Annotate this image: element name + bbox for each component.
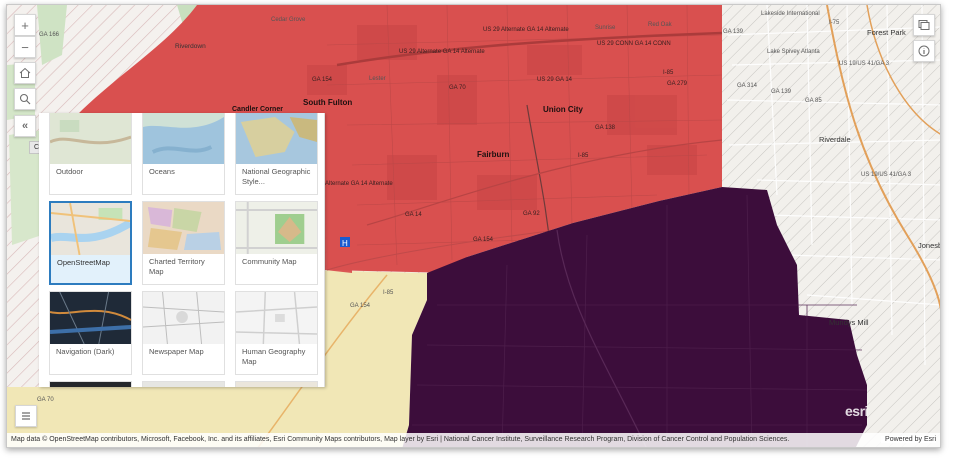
basemap-thumbnail: [236, 382, 317, 387]
basemap-tile-label: National Geographic Style...: [242, 167, 311, 186]
basemap-tile-navdark[interactable]: Navigation (Dark): [49, 291, 132, 375]
basemap-tile-dark2[interactable]: [49, 381, 132, 387]
place-label: Red Oak: [648, 22, 672, 28]
basemap-tile-label: Outdoor: [56, 167, 84, 176]
road-label: GA 92: [523, 211, 540, 217]
zoom-out-button[interactable]: −: [14, 36, 36, 58]
home-icon: [19, 67, 31, 78]
road-label: GA 85: [805, 98, 822, 104]
road-label: US 29 GA 14: [537, 77, 573, 83]
road-label: US 19/US 41/GA 3: [861, 172, 912, 178]
place-label: Lester: [369, 76, 386, 82]
place-label: Cedar Grove: [271, 17, 306, 23]
map-view[interactable]: H Cedar Grove Riverdown South Fulton Uni…: [6, 4, 941, 448]
basemap-tile-label: Charted Territory Map: [149, 257, 205, 276]
basemap-tile-natgeo[interactable]: National Geographic Style...: [235, 113, 318, 195]
place-label: Fairburn: [477, 150, 510, 159]
home-button[interactable]: [14, 62, 36, 84]
basemap-tile-label: OpenStreetMap: [57, 258, 110, 267]
collapse-button[interactable]: «: [14, 115, 36, 137]
basemap-tile-light2[interactable]: [142, 381, 225, 387]
road-label: US 29 Alternate GA 14 Alternate: [399, 49, 485, 55]
place-label: Candler Corner: [232, 106, 283, 113]
road-label: US 19/US 41/GA 3: [839, 61, 890, 67]
powered-by-link[interactable]: Powered by Esri: [881, 436, 936, 443]
road-label: GA 139: [723, 29, 744, 35]
road-label: GA 14: [405, 212, 422, 218]
basemap-thumbnail: [50, 382, 131, 387]
basemap-thumbnail: [236, 113, 317, 164]
basemap-tile-newspaper[interactable]: Newspaper Map: [142, 291, 225, 375]
road-label: US 29 Alternate GA 14 Alternate: [483, 27, 569, 33]
list-icon: [22, 412, 30, 420]
basemap-tile-oceans[interactable]: Oceans: [142, 113, 225, 195]
place-label: Riverdown: [175, 43, 206, 50]
basemap-icon: [918, 20, 930, 30]
place-label: Jonesboro: [918, 241, 940, 250]
road-label: I-85: [383, 290, 394, 296]
basemap-tile-charted[interactable]: Charted Territory Map: [142, 201, 225, 285]
layer-list-button[interactable]: [15, 405, 37, 427]
info-icon: [918, 45, 930, 57]
basemap-tile-label: Human Geography Map: [242, 347, 306, 366]
road-label: GA 138: [595, 125, 616, 131]
basemap-tile-label: Oceans: [149, 167, 175, 176]
place-label: South Fulton: [303, 98, 353, 107]
basemap-tile-light3[interactable]: [235, 381, 318, 387]
basemap-tile-osm[interactable]: OpenStreetMap: [49, 201, 132, 285]
road-label: GA 166: [39, 32, 60, 38]
place-label: Forest Park: [867, 28, 906, 37]
basemap-thumbnail: [51, 203, 130, 255]
basemap-tile-label: Navigation (Dark): [56, 347, 115, 356]
place-label: Union City: [543, 105, 583, 114]
info-button[interactable]: [913, 40, 935, 62]
road-label: US 29 CONN GA 14 CONN: [597, 41, 671, 47]
road-label: GA 154: [473, 237, 494, 243]
basemap-thumbnail: [236, 292, 317, 344]
road-label: GA 70: [37, 397, 54, 403]
basemap-thumbnail: [50, 292, 131, 344]
basemap-thumbnail: [143, 202, 224, 254]
road-label: GA 70: [449, 85, 466, 91]
attribution-bar: Map data © OpenStreetMap contributors, M…: [7, 433, 940, 447]
minus-icon: −: [21, 39, 29, 55]
place-label: Lake Spivey Atlanta: [767, 49, 820, 55]
road-label: GA 279: [667, 81, 688, 87]
basemap-thumbnail: [143, 113, 224, 164]
zoom-in-button[interactable]: +: [14, 14, 36, 36]
basemap-gallery-toggle-button[interactable]: [913, 14, 935, 36]
place-label: Sunrise: [595, 25, 616, 31]
place-label: Mundys Mill: [829, 318, 869, 327]
search-button[interactable]: [14, 88, 36, 110]
svg-text:H: H: [342, 239, 348, 248]
basemap-thumbnail: [50, 113, 131, 164]
road-label: GA 154: [312, 77, 333, 83]
basemap-tile-label: Newspaper Map: [149, 347, 204, 356]
basemap-gallery[interactable]: Outdoor Oceans National Geographic Style..…: [39, 113, 325, 387]
basemap-thumbnail: [143, 382, 224, 387]
double-chevron-left-icon: «: [21, 120, 29, 132]
esri-logo: esri: [845, 403, 868, 419]
road-label: I-75: [829, 20, 840, 26]
road-label: I-85: [663, 70, 674, 76]
road-label: I-85: [578, 153, 589, 159]
place-label: Riverdale: [819, 135, 851, 144]
basemap-thumbnail: [143, 292, 224, 344]
basemap-thumbnail: [236, 202, 317, 254]
road-label: GA 314: [737, 83, 758, 89]
place-label: Lakeside International: [761, 11, 820, 17]
basemap-tile-community[interactable]: Community Map: [235, 201, 318, 285]
attribution-text: Map data © OpenStreetMap contributors, M…: [11, 436, 790, 443]
search-icon: [19, 93, 31, 105]
basemap-tile-outdoor[interactable]: Outdoor: [49, 113, 132, 195]
plus-icon: +: [21, 17, 29, 33]
road-label: GA 139: [771, 89, 792, 95]
road-label: GA 154: [350, 303, 371, 309]
basemap-tile-label: Community Map: [242, 257, 297, 266]
basemap-tile-humangeo[interactable]: Human Geography Map: [235, 291, 318, 375]
